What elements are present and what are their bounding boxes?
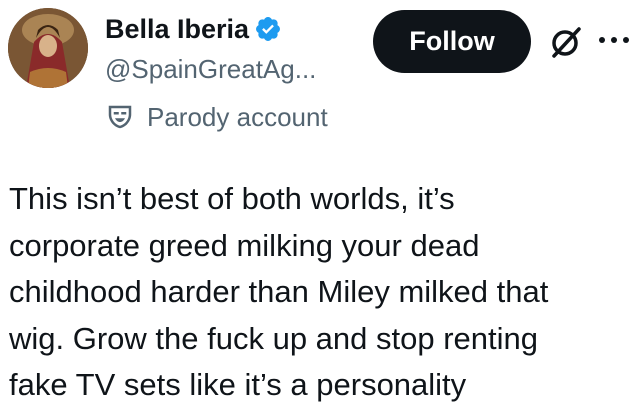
- display-name-text[interactable]: Bella Iberia: [105, 12, 249, 46]
- parody-label-text: Parody account: [147, 102, 328, 132]
- tweet-text: This isn’t best of both worlds, it’s cor…: [9, 176, 634, 409]
- more-options-icon[interactable]: [596, 30, 632, 50]
- user-handle[interactable]: @SpainGreatAg...: [105, 52, 316, 86]
- avatar[interactable]: [8, 8, 88, 88]
- display-name[interactable]: Bella Iberia: [105, 12, 282, 46]
- tweet-line: wig. Grow the fuck up and stop renting: [9, 320, 539, 356]
- parody-mask-icon: [105, 102, 135, 132]
- tweet-line: fake TV sets like it’s a personality: [9, 367, 467, 402]
- avatar-image: [8, 8, 88, 88]
- follow-button[interactable]: Follow: [373, 10, 531, 73]
- verified-badge-icon[interactable]: [254, 15, 282, 43]
- tweet-line: childhood harder than Miley milked that: [9, 274, 549, 309]
- tweet-line: corporate greed milking your dead: [9, 227, 480, 263]
- tweet-line: This isn’t best of both worlds, it’s: [9, 181, 455, 216]
- grok-icon[interactable]: [548, 24, 584, 60]
- parody-label: Parody account: [105, 100, 328, 134]
